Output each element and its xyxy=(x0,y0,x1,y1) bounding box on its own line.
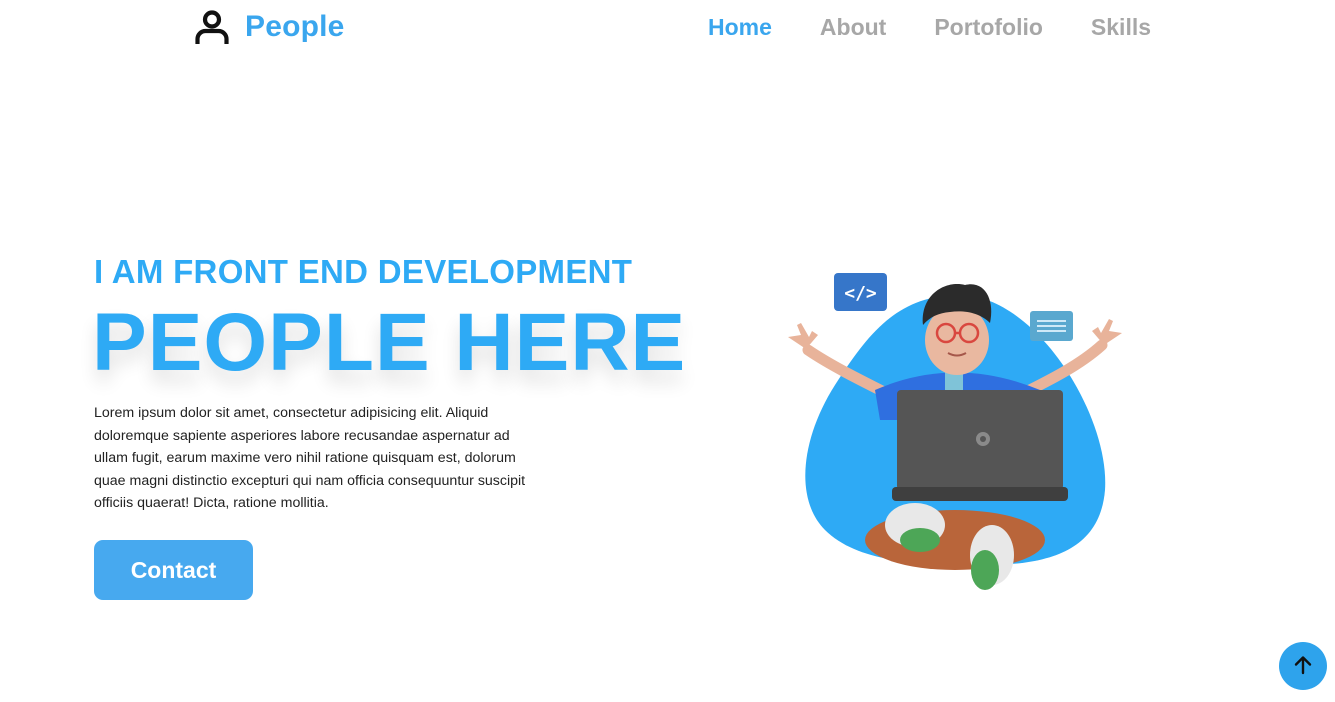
page: People Home About Portofolio Skills I AM… xyxy=(0,0,1335,702)
hero-title: PEOPLE HERE xyxy=(92,297,687,388)
code-tag-icon: </> xyxy=(834,273,887,311)
nav-about[interactable]: About xyxy=(820,14,886,41)
main-nav: Home About Portofolio Skills xyxy=(708,14,1151,41)
nav-home[interactable]: Home xyxy=(708,14,772,41)
svg-text:</>: </> xyxy=(844,283,877,304)
logo-text: People xyxy=(245,10,345,43)
hero-subtitle: I AM FRONT END DEVELOPMENT xyxy=(94,253,633,290)
user-icon xyxy=(193,8,231,46)
logo-link[interactable]: People xyxy=(193,8,345,46)
nav-portofolio[interactable]: Portofolio xyxy=(934,14,1043,41)
hero-description: Lorem ipsum dolor sit amet, consectetur … xyxy=(94,405,526,512)
message-card-icon xyxy=(1030,311,1073,341)
contact-button[interactable]: Contact xyxy=(94,540,253,600)
developer-illustration: </> xyxy=(780,265,1130,600)
scroll-top-button[interactable] xyxy=(1279,642,1327,690)
nav-skills[interactable]: Skills xyxy=(1091,14,1151,41)
arrow-up-icon xyxy=(1292,654,1314,679)
